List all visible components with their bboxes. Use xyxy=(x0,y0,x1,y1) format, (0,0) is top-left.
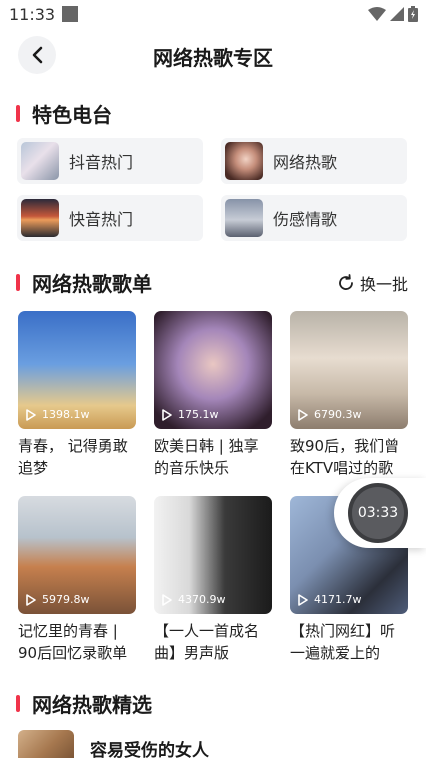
play-icon xyxy=(26,593,36,606)
playlist-card[interactable]: 175.1w 欧美日韩 | 独享的音乐快乐 xyxy=(154,311,272,479)
status-time: 11:33 xyxy=(9,5,56,24)
song-thumbnail xyxy=(18,730,74,758)
status-icons xyxy=(368,6,418,22)
play-count-text: 6790.3w xyxy=(314,408,362,421)
radio-label: 抖音热门 xyxy=(69,153,134,172)
song-item[interactable]: 容易受伤的女人 xyxy=(18,730,418,758)
accent-bar xyxy=(16,694,20,712)
header: 网络热歌专区 xyxy=(0,30,426,80)
playlist-cover: 6790.3w xyxy=(290,311,408,429)
play-count-text: 5979.8w xyxy=(42,593,90,606)
playlist-cover: 1398.1w xyxy=(18,311,136,429)
playlist-title: 【一人一首成名曲】男声版 xyxy=(154,622,260,662)
playlist-title: 致90后，我们曾在KTV唱过的歌 xyxy=(290,437,400,477)
playlist-cover: 5979.8w xyxy=(18,496,136,614)
radio-card-kuaiyin[interactable]: 快音热门 xyxy=(17,195,203,241)
play-icon xyxy=(162,408,172,421)
featured-section-header: 特色电台 xyxy=(16,98,112,128)
playlist-card[interactable]: 4370.9w 【一人一首成名曲】男声版 xyxy=(154,496,272,664)
playlist-card[interactable]: 5979.8w 记忆里的青春 | 90后回忆录歌单 xyxy=(18,496,136,664)
playlist-card[interactable]: 6790.3w 致90后，我们曾在KTV唱过的歌 xyxy=(290,311,408,479)
radio-label: 快音热门 xyxy=(69,210,134,229)
playlist-section-header: 网络热歌歌单 xyxy=(16,267,152,297)
radio-label: 伤感情歌 xyxy=(273,210,338,229)
play-icon xyxy=(298,408,308,421)
accent-bar xyxy=(16,273,20,291)
refresh-icon xyxy=(339,274,353,290)
play-count-text: 4370.9w xyxy=(178,593,226,606)
playlist-cover: 175.1w xyxy=(154,311,272,429)
picks-section-header: 网络热歌精选 xyxy=(16,688,152,718)
notification-icon xyxy=(62,6,78,22)
radio-thumbnail xyxy=(21,199,59,237)
play-count-text: 175.1w xyxy=(178,408,219,421)
play-count: 175.1w xyxy=(162,408,219,421)
radio-label: 网络热歌 xyxy=(273,153,338,172)
accent-bar xyxy=(16,104,20,122)
refresh-button[interactable]: 换一批 xyxy=(337,270,408,296)
play-count: 6790.3w xyxy=(298,408,362,421)
radio-thumbnail xyxy=(225,142,263,180)
play-count-text: 1398.1w xyxy=(42,408,90,421)
play-count-text: 4171.7w xyxy=(314,593,362,606)
play-count: 1398.1w xyxy=(26,408,90,421)
timer-disc: 03:33 xyxy=(348,483,408,543)
play-count: 5979.8w xyxy=(26,593,90,606)
play-icon xyxy=(26,408,36,421)
radio-thumbnail xyxy=(225,199,263,237)
song-title: 容易受伤的女人 xyxy=(90,741,209,758)
playlist-title: 欧美日韩 | 独享的音乐快乐 xyxy=(154,437,259,477)
battery-icon xyxy=(408,6,418,22)
status-bar: 11:33 xyxy=(0,0,426,30)
playlist-card[interactable]: 1398.1w 青春， 记得勇敢追梦 xyxy=(18,311,136,479)
section-title: 特色电台 xyxy=(32,102,112,127)
playlist-title: 青春， 记得勇敢追梦 xyxy=(18,437,128,477)
signal-icon xyxy=(390,7,404,21)
section-title: 网络热歌歌单 xyxy=(32,271,152,296)
radio-card-douyin[interactable]: 抖音热门 xyxy=(17,138,203,184)
radio-card-wangluo[interactable]: 网络热歌 xyxy=(221,138,407,184)
floating-timer[interactable]: 03:33 xyxy=(334,478,426,548)
play-count: 4171.7w xyxy=(298,593,362,606)
play-icon xyxy=(298,593,308,606)
page-title: 网络热歌专区 xyxy=(153,46,273,70)
refresh-label: 换一批 xyxy=(359,275,408,294)
radio-card-shanggan[interactable]: 伤感情歌 xyxy=(221,195,407,241)
play-count: 4370.9w xyxy=(162,593,226,606)
section-title: 网络热歌精选 xyxy=(32,692,152,717)
play-icon xyxy=(162,593,172,606)
playlist-cover: 4370.9w xyxy=(154,496,272,614)
timer-text: 03:33 xyxy=(357,505,399,521)
playlist-title: 【热门网红】听一遍就爱上的网... xyxy=(290,622,396,662)
playlist-title: 记忆里的青春 | 90后回忆录歌单 xyxy=(18,622,128,662)
radio-thumbnail xyxy=(21,142,59,180)
wifi-icon xyxy=(368,7,386,21)
